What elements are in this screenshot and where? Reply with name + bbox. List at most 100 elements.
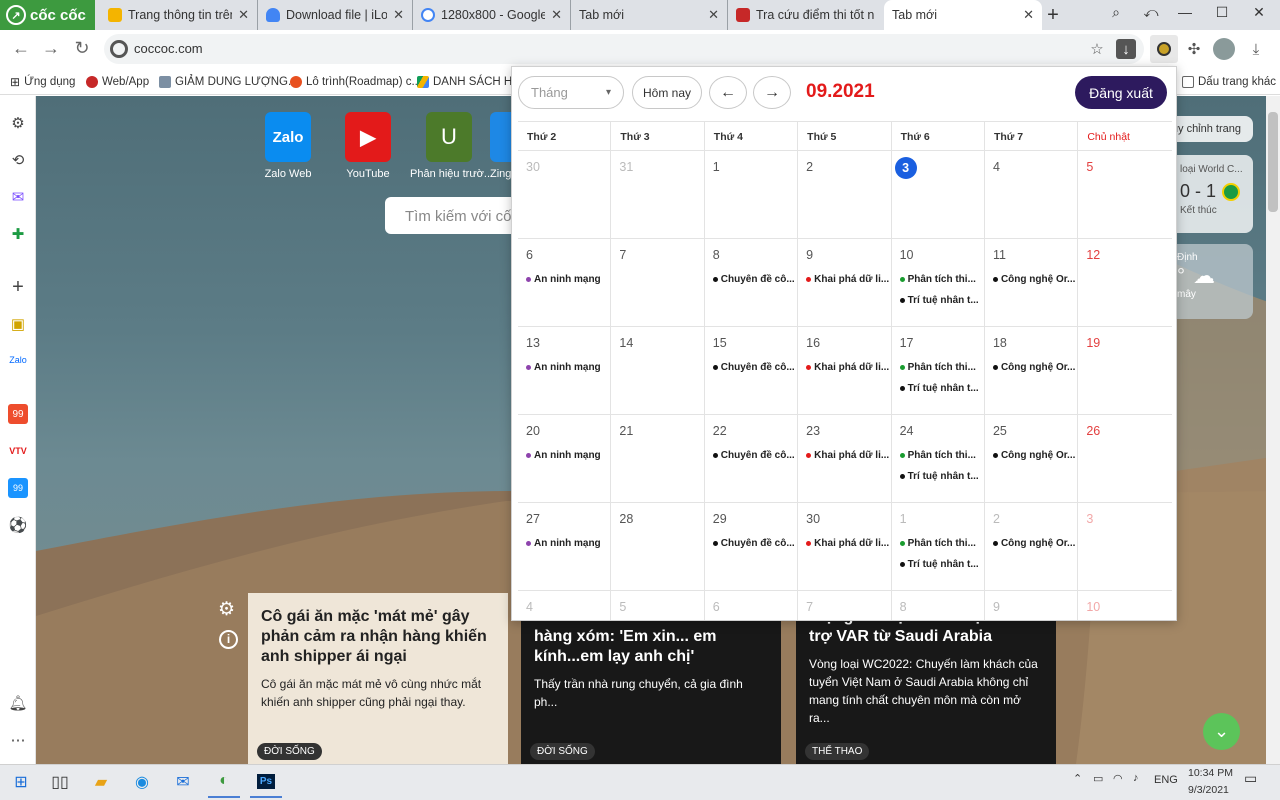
calendar-event[interactable]: Công nghệ Or... [992, 450, 1077, 461]
day-cell[interactable]: 13 An ninh mạng [518, 327, 612, 414]
download-extension-icon[interactable]: ↓ [1116, 39, 1136, 59]
wifi-icon[interactable]: ◠ [1113, 772, 1123, 785]
calendar-event[interactable]: Trí tuệ nhân t... [899, 295, 984, 306]
close-icon[interactable]: ✕ [708, 7, 719, 23]
calendar-event[interactable]: An ninh mạng [526, 274, 610, 285]
bookmark-other[interactable]: Dấu trang khác [1182, 73, 1276, 91]
reload-icon[interactable]: ↻ [71, 38, 93, 59]
calendar-event[interactable]: Khai phá dữ li... [806, 450, 890, 461]
day-cell[interactable]: 17 Phân tích thi... Trí tuệ nhân t... [892, 327, 985, 414]
day-cell[interactable]: 2 Công nghệ Or... [985, 503, 1079, 590]
close-icon[interactable]: ✕ [238, 7, 249, 23]
football-icon[interactable]: ⚽ [8, 515, 28, 535]
shopee-icon[interactable]: 99 [8, 404, 28, 424]
calendar-event[interactable]: Khai phá dữ li... [806, 274, 890, 285]
bookmark-webapp[interactable]: Web/App [86, 73, 149, 91]
calendar-event[interactable]: Phân tích thi... [899, 538, 984, 549]
info-icon[interactable]: i [219, 630, 238, 649]
tray-chevron-icon[interactable]: ⌃ [1073, 772, 1082, 785]
bookmark-star-icon[interactable]: ☆ [1086, 38, 1108, 60]
calendar-event[interactable]: An ninh mạng [526, 362, 610, 373]
day-cell[interactable]: 8 Chuyên đề cô... [705, 239, 799, 326]
day-cell[interactable]: 4 [985, 151, 1079, 238]
close-icon[interactable]: ✕ [393, 7, 404, 23]
forward-icon[interactable]: → [40, 38, 62, 59]
tab-4[interactable]: Tab mới ✕ [571, 0, 728, 30]
tab-search-icon[interactable]: ⌕ [1101, 4, 1131, 21]
edge-icon[interactable]: ◉ [126, 766, 158, 798]
calendar-event[interactable]: Trí tuệ nhân t... [899, 559, 984, 570]
settings-gear-icon[interactable]: ⚙ [8, 113, 28, 133]
tab-5[interactable]: Tra cứu điểm thi tốt n [728, 0, 884, 30]
day-cell[interactable]: 2 [798, 151, 892, 238]
day-cell[interactable]: 19 [1078, 327, 1171, 414]
day-cell[interactable]: 7 [611, 239, 705, 326]
photoshop-taskbar-icon[interactable]: Ps [250, 766, 282, 798]
day-cell[interactable]: 16 Khai phá dữ li... [798, 327, 892, 414]
shortcut-phan-hieu[interactable]: U Phân hiệu trườ... [410, 112, 493, 180]
mail-icon[interactable]: ✉ [167, 766, 199, 798]
url-text[interactable]: coccoc.com [134, 41, 203, 56]
add-icon[interactable]: + [8, 276, 28, 298]
logout-button[interactable]: Đăng xuất [1075, 76, 1167, 109]
extension-active-icon[interactable] [1150, 35, 1178, 63]
day-cell[interactable]: 31 [611, 151, 705, 238]
downloads-icon[interactable]: ⤓ [1245, 38, 1267, 60]
maximize-icon[interactable]: ☐ [1207, 4, 1237, 21]
volume-icon[interactable]: ♪ [1133, 772, 1139, 784]
vtv-icon[interactable]: VTV [8, 441, 28, 461]
shortcut-zing[interactable]: Zing [490, 112, 511, 180]
bookmark-compress[interactable]: GIẢM DUNG LƯỢNG... [159, 73, 298, 91]
more-dots-icon[interactable]: ⋯ [8, 730, 28, 750]
day-cell[interactable]: 15 Chuyên đề cô... [705, 327, 799, 414]
next-month-arrow-icon[interactable]: → [753, 76, 791, 109]
shortcut-zalo[interactable]: Zalo Zalo Web [253, 112, 323, 180]
bookmark-apps[interactable]: ⊞ Ứng dụng [10, 73, 75, 91]
calendar-event[interactable]: Khai phá dữ li... [806, 362, 890, 373]
day-cell[interactable]: 5 [1078, 151, 1171, 238]
calendar-event[interactable]: Trí tuệ nhân t... [899, 383, 984, 394]
address-bar[interactable] [104, 34, 1144, 64]
gamepad-icon[interactable]: ✚ [8, 224, 28, 244]
calendar-event[interactable]: Công nghệ Or... [992, 362, 1077, 373]
tab-6-active[interactable]: Tab mới ✕ [884, 0, 1042, 30]
day-cell[interactable]: 18 Công nghệ Or... [985, 327, 1079, 414]
tab-3[interactable]: 1280x800 - Google T ✕ [413, 0, 571, 30]
calendar-event[interactable]: Khai phá dữ li... [806, 538, 890, 549]
close-window-icon[interactable]: ✕ [1244, 4, 1274, 21]
day-cell[interactable]: 10 [1078, 591, 1171, 620]
day-cell[interactable]: 3 [892, 151, 985, 238]
day-cell[interactable]: 3 [1078, 503, 1171, 590]
history-icon[interactable]: ⟲ [8, 150, 28, 170]
calendar-event[interactable]: Chuyên đề cô... [712, 274, 797, 285]
windows-start-icon[interactable]: ⊞ [5, 766, 37, 798]
restore-tabs-icon[interactable]: ⤺ [1136, 4, 1166, 21]
scrollbar-thumb[interactable] [1268, 112, 1278, 212]
task-view-icon[interactable]: ▯▯ [44, 766, 76, 798]
day-cell[interactable]: 1 [705, 151, 799, 238]
day-cell[interactable]: 21 [611, 415, 705, 502]
search-input[interactable]: Tìm kiếm với cố [385, 197, 525, 234]
today-button[interactable]: Hôm nay [632, 76, 702, 109]
language-indicator[interactable]: ENG [1154, 774, 1178, 786]
day-cell[interactable]: 12 [1078, 239, 1171, 326]
day-cell[interactable]: 24 Phân tích thi... Trí tuệ nhân t... [892, 415, 985, 502]
day-cell[interactable]: 22 Chuyên đề cô... [705, 415, 799, 502]
clock-time[interactable]: 10:34 PM [1188, 767, 1233, 779]
prev-month-arrow-icon[interactable]: ← [709, 76, 747, 109]
back-icon[interactable]: ← [10, 38, 32, 59]
day-cell[interactable]: 23 Khai phá dữ li... [798, 415, 892, 502]
calendar-event[interactable]: An ninh mạng [526, 538, 610, 549]
clock-date[interactable]: 9/3/2021 [1188, 784, 1229, 796]
close-icon[interactable]: ✕ [551, 7, 562, 23]
calendar-event[interactable]: Chuyên đề cô... [712, 450, 797, 461]
messenger-icon[interactable]: ✉ [8, 187, 28, 207]
day-cell[interactable]: 11 Công nghệ Or... [985, 239, 1079, 326]
day-cell[interactable]: 27 An ninh mạng [518, 503, 612, 590]
calendar-event[interactable]: Công nghệ Or... [992, 538, 1077, 549]
calendar-event[interactable]: Phân tích thi... [899, 450, 984, 461]
bookmark-roadmap[interactable]: Lô trình(Roadmap) c... [290, 73, 421, 91]
tab-2[interactable]: Download file | iLove ✕ [258, 0, 413, 30]
news-card[interactable]: Cô gái ăn mặc 'mát mẻ' gây phản cảm ra n… [248, 593, 508, 764]
month-select[interactable]: Tháng ▾ [518, 76, 624, 109]
